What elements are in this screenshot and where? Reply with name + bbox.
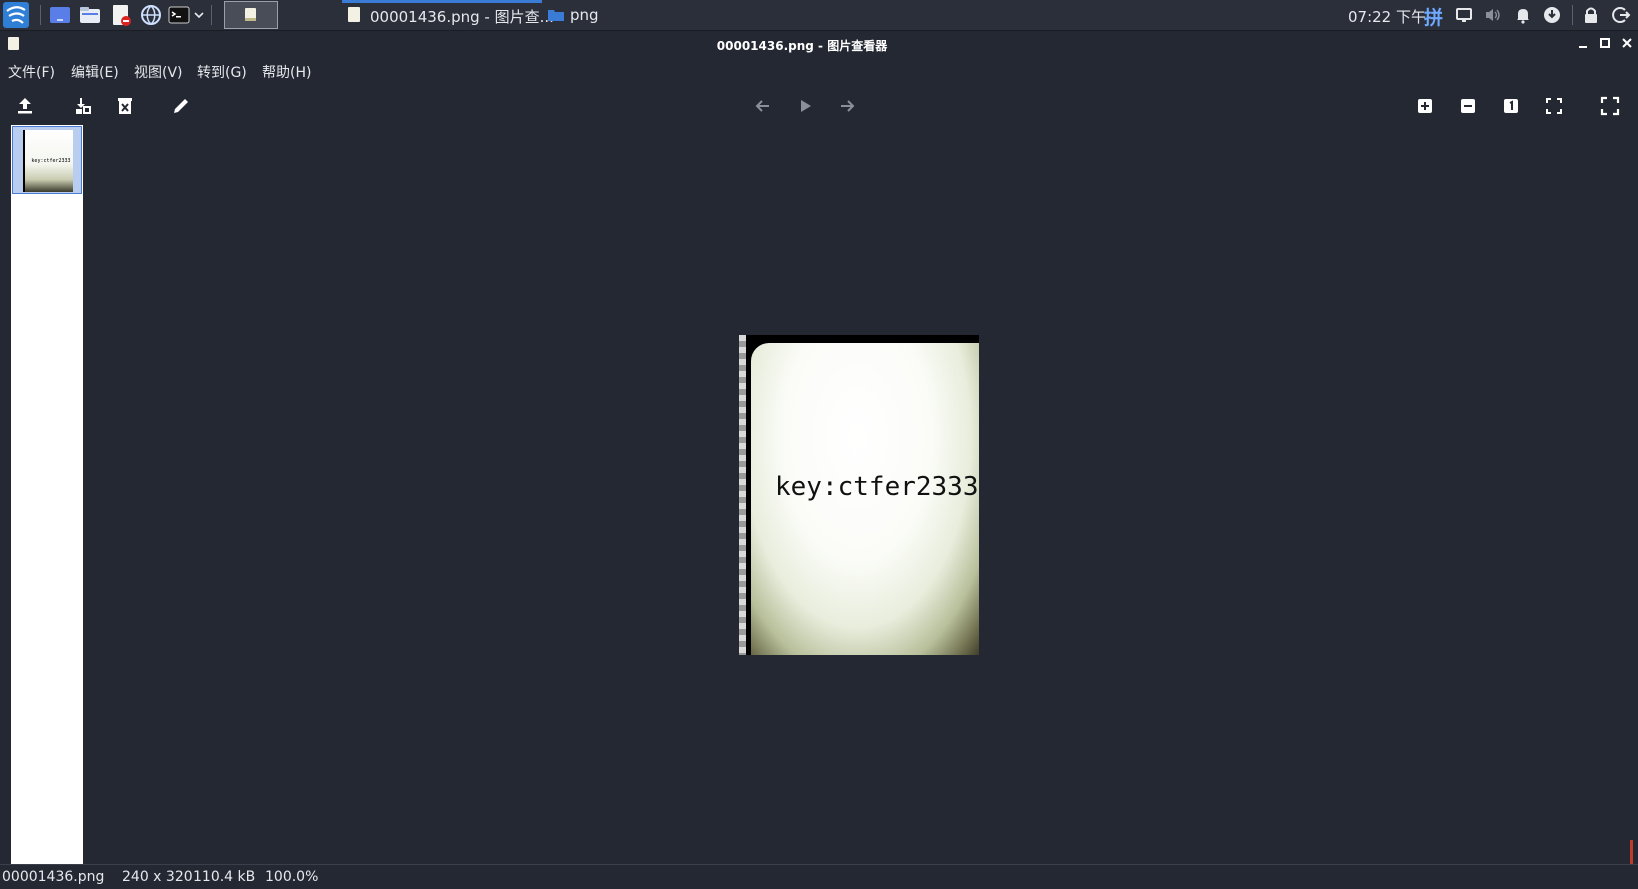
logout-icon[interactable] (1610, 4, 1632, 26)
fit-icon[interactable] (1543, 95, 1565, 117)
delete-icon[interactable] (114, 95, 136, 117)
folder-task-label[interactable]: png (570, 6, 599, 24)
folder-icon (548, 8, 564, 22)
right-edge (1624, 125, 1638, 865)
file-manager-icon[interactable] (79, 4, 101, 26)
ime-icon[interactable]: 拼 (1424, 3, 1443, 30)
image-text: key:ctfer2333 (775, 472, 979, 502)
window-titlebar: 00001436.png - 图片查看器 (0, 31, 1638, 59)
window-task-tab[interactable]: 00001436.png - 图片查... (342, 0, 554, 30)
browser-icon[interactable] (140, 4, 162, 26)
window-tab-label: 00001436.png - 图片查... (370, 8, 554, 26)
active-tab-indicator (342, 0, 542, 3)
status-filename: 00001436.png (2, 869, 105, 885)
menu-file[interactable]: 文件(F) (8, 62, 55, 82)
taskbar: 00001436.png - 图片查... png 07:22 下午 拼 (0, 0, 1638, 31)
thumbnail-item[interactable]: key:ctfer2333 (12, 126, 82, 194)
next-icon[interactable] (836, 95, 858, 117)
zoom-out-icon[interactable] (1457, 95, 1479, 117)
prev-icon[interactable] (752, 95, 774, 117)
clock[interactable]: 07:22 下午 (1348, 6, 1426, 27)
active-task-button[interactable] (224, 1, 278, 29)
notification-icon[interactable] (1512, 4, 1534, 26)
play-icon[interactable] (794, 95, 816, 117)
menu-goto[interactable]: 转到(G) (197, 62, 247, 82)
desktop-icon[interactable] (49, 4, 71, 26)
display-icon[interactable] (1453, 4, 1475, 26)
kali-menu-icon[interactable] (3, 2, 29, 28)
status-filesize: 110.4 kB (193, 869, 256, 885)
maximize-icon[interactable] (1598, 36, 1612, 50)
status-dimensions: 240 x 320 (122, 869, 193, 885)
close-icon[interactable] (1620, 36, 1634, 50)
window-title: 00001436.png - 图片查看器 (716, 39, 888, 53)
image-film-edge (739, 335, 746, 655)
displayed-image[interactable]: key:ctfer2333 (739, 335, 979, 655)
terminal-icon[interactable] (168, 4, 190, 26)
menu-edit[interactable]: 编辑(E) (71, 62, 119, 82)
thumbnail-caption: key:ctfer2333 (31, 158, 71, 164)
statusbar: 00001436.png 240 x 320 110.4 kB 100.0% (0, 864, 1638, 889)
volume-icon[interactable] (1482, 4, 1504, 26)
sidebar-splitter[interactable] (0, 125, 11, 865)
actual-size-icon[interactable] (1500, 95, 1522, 117)
save-icon[interactable] (72, 95, 94, 117)
zoom-in-icon[interactable] (1414, 95, 1436, 117)
text-editor-icon[interactable] (110, 4, 132, 26)
menu-help[interactable]: 帮助(H) (262, 62, 311, 82)
open-icon[interactable] (14, 95, 36, 117)
dropdown-icon[interactable] (193, 4, 205, 26)
status-zoom: 100.0% (265, 869, 319, 885)
thumbnail-sidebar[interactable] (11, 125, 83, 865)
fullscreen-icon[interactable] (1599, 95, 1621, 117)
image-viewer-icon (348, 7, 360, 22)
thumbnail-image: key:ctfer2333 (23, 130, 73, 192)
lock-icon[interactable] (1580, 4, 1602, 26)
update-icon[interactable] (1541, 4, 1563, 26)
edit-icon[interactable] (170, 95, 192, 117)
minimize-icon[interactable] (1576, 36, 1590, 50)
menu-view[interactable]: 视图(V) (134, 62, 183, 82)
